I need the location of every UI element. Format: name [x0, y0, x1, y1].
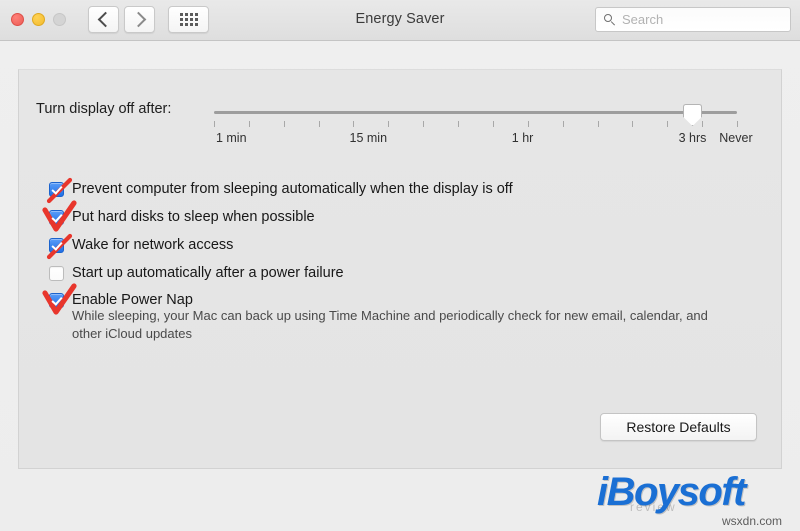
- annotation-slash-icon: [46, 177, 73, 203]
- slider-tick: [353, 121, 355, 127]
- energy-saver-window: Energy Saver Search Turn display off aft…: [0, 0, 800, 531]
- energy-option-row[interactable]: Prevent computer from sleeping automatic…: [46, 175, 749, 203]
- slider-tick: [492, 121, 494, 127]
- slider-tick: [737, 121, 738, 127]
- slider-tick: [597, 121, 599, 127]
- slider-tick-label: Never: [719, 131, 753, 145]
- slider-tick-labels: 1 min 15 min 1 hr 3 hrs Never: [214, 131, 753, 149]
- slider-tick-label: 1 hr: [511, 131, 534, 145]
- energy-option-label: Put hard disks to sleep when possible: [72, 209, 315, 225]
- slider-tick: [318, 121, 320, 127]
- checkbox-checked[interactable]: [42, 199, 77, 232]
- preferences-panel: Turn display off after: 1 min 15 min 1 hr 3…: [18, 69, 782, 469]
- watermark-logo: iBoysoft: [597, 470, 747, 514]
- watermark-site: wsxdn.com: [722, 514, 783, 528]
- search-icon: [604, 14, 615, 25]
- restore-defaults-button[interactable]: Restore Defaults: [600, 413, 757, 441]
- energy-option-row[interactable]: Start up automatically after a power fai…: [49, 259, 749, 287]
- slider-tick: [527, 121, 529, 127]
- energy-option-label: Wake for network access: [72, 237, 234, 253]
- slider-tick: [283, 121, 285, 127]
- checkbox-checked[interactable]: [46, 233, 73, 259]
- slider-tick-label: 15 min: [349, 131, 388, 145]
- energy-option-row[interactable]: Put hard disks to sleep when possible: [42, 199, 749, 232]
- checkbox-unchecked[interactable]: [49, 265, 64, 281]
- checkbox-checked[interactable]: [46, 177, 73, 203]
- display-sleep-label: Turn display off after:: [36, 101, 172, 117]
- slider-tick: [248, 121, 250, 127]
- energy-options-list: Prevent computer from sleeping automatic…: [42, 175, 749, 315]
- window-titlebar: Energy Saver Search: [0, 0, 800, 41]
- energy-option-label: Enable Power Nap: [72, 292, 193, 308]
- search-field[interactable]: Search: [595, 7, 791, 32]
- slider-tick: [214, 121, 215, 127]
- search-input[interactable]: Search: [622, 12, 663, 27]
- annotation-slash-icon: [46, 233, 73, 259]
- slider-tick: [562, 121, 564, 127]
- power-nap-description: While sleeping, your Mac can back up usi…: [72, 308, 708, 341]
- slider-tick: [423, 121, 425, 127]
- slider-tick: [388, 121, 390, 127]
- energy-option-row[interactable]: Wake for network access: [46, 231, 749, 259]
- slider-tick: [702, 121, 704, 127]
- slider-tick: [458, 121, 460, 127]
- energy-option-label: Start up automatically after a power fai…: [72, 265, 344, 281]
- slider-tick-label: 1 min: [215, 131, 247, 145]
- energy-option-label: Prevent computer from sleeping automatic…: [72, 181, 513, 197]
- slider-ticks: [214, 121, 738, 128]
- slider-track[interactable]: [214, 111, 737, 114]
- checkbox-checked[interactable]: [42, 282, 77, 315]
- slider-tick-label: 3 hrs: [678, 131, 707, 145]
- display-sleep-slider[interactable]: 1 min 15 min 1 hr 3 hrs Never: [214, 102, 753, 162]
- slider-tick: [667, 121, 669, 127]
- slider-tick: [632, 121, 634, 127]
